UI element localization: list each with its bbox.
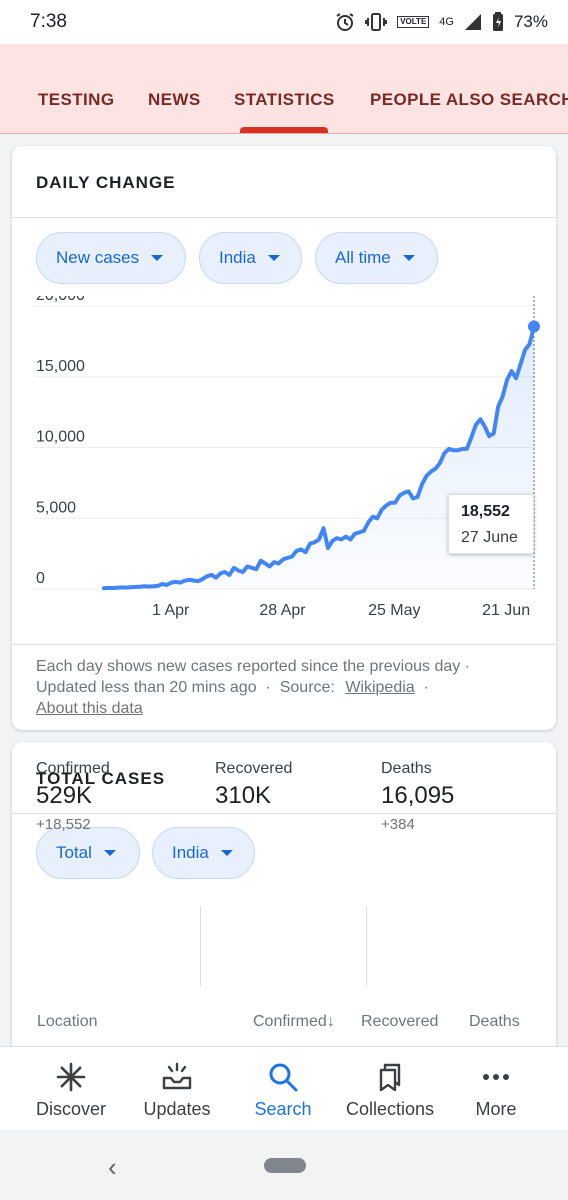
bookmarks-icon: [374, 1061, 406, 1093]
y-tick-label: 15,000: [36, 358, 85, 375]
footnote-description: Each day shows new cases reported since …: [36, 658, 471, 675]
stat-label: Confirmed: [36, 760, 110, 777]
footnote-updated: Updated less than 20 mins ago: [36, 679, 257, 696]
nav-more[interactable]: More: [441, 1047, 551, 1131]
nav-label: Updates: [143, 1099, 211, 1119]
chart-latest-point: [528, 320, 540, 333]
card-divider: [12, 217, 556, 218]
inbox-tray-icon: [161, 1061, 193, 1093]
daily-cases-chart[interactable]: 0 5,000 10,000 15,000 20,000 1 Apr 28 Apr 25 M…: [12, 296, 556, 626]
battery-icon: [492, 12, 504, 32]
stat-confirmed: Confirmed 529K +18,552: [36, 760, 110, 833]
nav-label: More: [475, 1099, 517, 1119]
search-icon: [267, 1061, 299, 1093]
metric-dropdown-label: New cases: [56, 248, 140, 267]
stat-label: Deaths: [381, 760, 432, 777]
chevron-down-icon: [220, 850, 233, 856]
total-region-dropdown-label: India: [172, 843, 209, 862]
stat-deaths: Deaths 16,095 +384: [381, 760, 454, 833]
chevron-down-icon: [151, 255, 164, 261]
time-range-dropdown-label: All time: [335, 248, 391, 267]
column-header-label: Confirmed: [253, 1013, 327, 1030]
tooltip-date: 27 June: [461, 529, 518, 546]
signal-icon: [464, 13, 482, 31]
asterisk-icon: [55, 1061, 87, 1093]
column-header-recovered[interactable]: Recovered: [361, 1013, 438, 1031]
chevron-down-icon: [103, 850, 116, 856]
nav-discover[interactable]: Discover: [16, 1047, 126, 1131]
stat-value: 310K: [215, 782, 272, 809]
about-data-link[interactable]: About this data: [36, 700, 143, 717]
footnote-separator: ·: [419, 679, 429, 696]
status-time: 7:38: [30, 11, 67, 32]
tooltip-value: 18,552: [461, 503, 510, 520]
home-pill[interactable]: [264, 1158, 306, 1173]
status-bar: 7:38 VOLTE 4G 73%: [0, 0, 568, 44]
stat-delta: +18,552: [36, 816, 91, 833]
nav-collections[interactable]: Collections: [335, 1047, 445, 1131]
footnote-source-label: Source:: [279, 679, 335, 696]
total-type-dropdown-label: Total: [56, 843, 92, 862]
active-tab-indicator: [240, 127, 328, 133]
vibrate-icon: [365, 12, 388, 32]
metric-dropdown[interactable]: New cases: [36, 232, 186, 284]
tab-testing[interactable]: TESTING: [38, 90, 114, 110]
topic-tabs: | TESTING NEWS STATISTICS PEOPLE ALSO SE…: [0, 44, 568, 134]
y-tick-label: 10,000: [36, 429, 85, 446]
nav-label: Discover: [35, 1099, 106, 1119]
stat-value: 529K: [36, 782, 93, 809]
total-region-dropdown[interactable]: India: [152, 827, 255, 879]
daily-change-title: DAILY CHANGE: [36, 173, 176, 192]
chevron-down-icon: [402, 255, 415, 261]
stat-delta: +384: [381, 816, 415, 833]
battery-percent: 73%: [513, 12, 548, 31]
stat-value: 16,095: [381, 782, 455, 809]
tab-statistics[interactable]: STATISTICS: [234, 90, 335, 110]
card-divider: [12, 644, 556, 645]
chart-tooltip: 18,552 27 June: [448, 494, 534, 554]
column-header-location[interactable]: Location: [37, 1013, 98, 1031]
footnote-separator: ·: [261, 679, 280, 696]
y-tick-label: 0: [36, 570, 45, 587]
back-icon[interactable]: ‹: [108, 1152, 117, 1183]
y-tick-label: 20,000: [36, 296, 85, 304]
y-tick-label: 5,000: [36, 499, 76, 516]
column-header-confirmed[interactable]: Confirmed↓: [253, 1013, 335, 1031]
nav-updates[interactable]: Updates: [122, 1047, 232, 1131]
chevron-down-icon: [267, 255, 280, 261]
nav-label: Search: [254, 1099, 312, 1119]
x-tick-label: 28 Apr: [259, 602, 306, 619]
tab-people-also-search[interactable]: PEOPLE ALSO SEARCH: [370, 90, 568, 110]
stat-separator: [200, 906, 201, 986]
stat-label: Recovered: [215, 760, 293, 777]
chart-footnote: Each day shows new cases reported since …: [36, 656, 536, 719]
region-dropdown[interactable]: India: [199, 232, 302, 284]
total-type-dropdown[interactable]: Total: [36, 827, 140, 879]
nav-search[interactable]: Search: [228, 1047, 338, 1131]
x-tick-label: 1 Apr: [152, 602, 190, 619]
x-tick-label: 21 Jun: [482, 602, 530, 619]
volte-icon: VOLTE: [397, 16, 430, 28]
stat-separator: [366, 906, 367, 986]
sort-down-arrow-icon: ↓: [326, 1013, 335, 1030]
network-type-label: 4G: [439, 15, 454, 28]
alarm-icon: [335, 12, 355, 32]
tab-news[interactable]: NEWS: [148, 90, 201, 110]
more-dots-icon: [480, 1061, 512, 1093]
daily-change-card: DAILY CHANGE New cases India All time 0 5…: [12, 146, 556, 730]
bottom-navigation: Discover Updates Search Collections More: [0, 1046, 568, 1130]
x-tick-label: 25 May: [368, 602, 420, 619]
column-header-deaths[interactable]: Deaths: [469, 1013, 520, 1031]
time-range-dropdown[interactable]: All time: [315, 232, 438, 284]
wikipedia-link[interactable]: Wikipedia: [345, 679, 414, 696]
nav-label: Collections: [345, 1099, 435, 1119]
region-dropdown-label: India: [219, 248, 256, 267]
stat-recovered: Recovered 310K: [215, 760, 292, 816]
